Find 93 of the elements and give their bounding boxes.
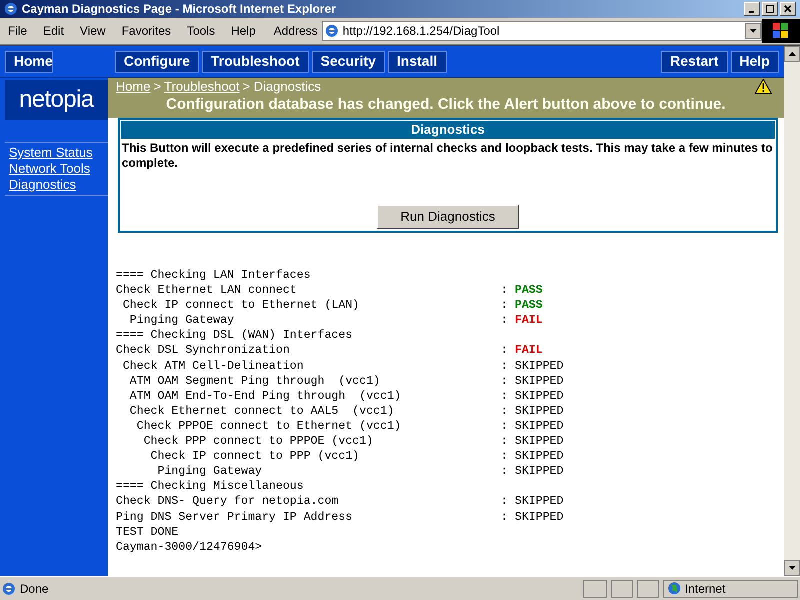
status-pane — [583, 580, 607, 598]
result-label: ATM OAM End-To-End Ping through (vcc1) — [128, 388, 402, 404]
result-label: TEST DONE — [116, 524, 180, 540]
result-separator: : — [501, 313, 509, 328]
maximize-button[interactable] — [762, 2, 778, 16]
zone-text: Internet — [685, 580, 726, 598]
minimize-button[interactable] — [744, 2, 760, 16]
result-label: Check DNS- Query for netopia.com — [116, 494, 340, 510]
result-status: SKIPPED — [515, 510, 564, 525]
browser-icon — [4, 2, 18, 16]
result-label: Pinging Gateway — [156, 464, 264, 480]
result-separator: : — [501, 343, 509, 359]
status-pane — [637, 580, 659, 598]
result-label: Check PPPOE connect to Ethernet (vcc1) — [136, 418, 402, 434]
result-separator: : — [501, 404, 509, 419]
result-status: SKIPPED — [515, 449, 564, 464]
result-status: SKIPPED — [515, 358, 564, 374]
menu-item[interactable]: Tools — [179, 22, 224, 40]
windows-logo-icon — [773, 23, 790, 39]
sidebar-link[interactable]: Network Tools — [5, 161, 108, 177]
warning-icon[interactable] — [755, 79, 772, 94]
result-status: SKIPPED — [515, 434, 564, 450]
scroll-down-icon — [788, 566, 796, 570]
result-separator: : — [501, 418, 509, 434]
nav-tab[interactable]: Install — [388, 50, 446, 72]
address-label: Address — [274, 23, 318, 40]
result-status: PASS — [515, 283, 543, 298]
result-separator: : — [501, 358, 509, 374]
result-separator: : — [501, 434, 509, 450]
result-label: Check PPP connect to PPPOE (vcc1) — [142, 434, 374, 450]
result-label: Check IP connect to PPP (vcc1) — [150, 449, 361, 464]
result-separator: : — [501, 374, 509, 389]
result-status: SKIPPED — [515, 374, 564, 389]
result-status: FAIL — [515, 343, 543, 359]
result-label: ATM OAM Segment Ping through (vcc1) — [128, 374, 382, 389]
panel-description: This Button will execute a predefined series of internal checks and loopback tests. This may take a few minutes to complete. — [121, 140, 774, 171]
result-label: ==== Checking LAN Interfaces — [116, 268, 312, 284]
result-label: Check Ethernet connect to AAL5 (vcc1) — [128, 404, 396, 419]
result-label: Ping DNS Server Primary IP Address — [116, 510, 354, 525]
sidebar-link[interactable]: System Status — [5, 145, 108, 161]
result-separator: : — [501, 449, 509, 464]
menu-item[interactable]: Edit — [35, 22, 72, 40]
sidebar-link[interactable]: Diagnostics — [5, 177, 108, 193]
breadcrumb-text: > Diagnostics — [242, 78, 322, 96]
result-status: SKIPPED — [515, 494, 564, 510]
result-label: ==== Checking DSL (WAN) Interfaces — [116, 328, 354, 344]
scrollbar[interactable] — [784, 46, 800, 576]
result-status: SKIPPED — [515, 464, 564, 480]
netopia-logo: netopia — [19, 85, 94, 115]
result-separator: : — [501, 298, 509, 314]
nav-tab[interactable]: Help — [730, 50, 779, 72]
result-label: Cayman-3000/12476904> — [116, 540, 264, 555]
scroll-up-icon — [788, 52, 796, 56]
dropdown-arrow-icon — [750, 29, 757, 33]
result-label: Check Ethernet LAN connect — [116, 283, 298, 298]
globe-icon — [668, 582, 681, 595]
run-diagnostics-button[interactable]: Run Diagnostics — [377, 205, 519, 229]
result-label: Pinging Gateway — [128, 313, 236, 328]
breadcrumb-text: > — [154, 78, 162, 96]
page-icon — [324, 24, 339, 38]
close-button[interactable] — [780, 2, 796, 16]
nav-tab[interactable]: Restart — [661, 50, 728, 72]
menu-item[interactable]: File — [0, 22, 36, 40]
menu-item[interactable]: Help — [223, 22, 264, 40]
window-title: Cayman Diagnostics Page - Microsoft Internet Explorer — [22, 1, 336, 18]
result-label: ==== Checking Miscellaneous — [116, 479, 305, 494]
nav-tab[interactable]: Configure — [115, 50, 200, 72]
result-separator: : — [501, 510, 509, 525]
result-label: Check DSL Synchronization — [116, 343, 291, 359]
restore-icon — [766, 5, 774, 13]
panel-title: Diagnostics — [121, 121, 775, 139]
nav-tab[interactable]: Security — [312, 50, 386, 72]
menu-item[interactable]: View — [72, 22, 114, 40]
menu-item[interactable]: Favorites — [114, 22, 180, 40]
close-icon — [784, 5, 792, 13]
alert-message: Configuration database has changed. Click the Alert button above to continue. — [165, 96, 727, 114]
address-field[interactable]: http://192.168.1.254/DiagTool — [322, 21, 762, 41]
page-icon — [2, 582, 16, 596]
status-pane — [611, 580, 633, 598]
result-separator: : — [501, 388, 509, 404]
nav-tab[interactable]: Troubleshoot — [202, 50, 309, 72]
result-label: Check ATM Cell-Delineation — [122, 358, 305, 374]
result-status: PASS — [515, 298, 543, 314]
status-text: Done — [20, 580, 50, 598]
result-label: Check IP connect to Ethernet (LAN) — [122, 298, 361, 314]
result-separator: : — [501, 283, 509, 298]
nav-tab[interactable]: Home — [5, 50, 53, 72]
result-status: FAIL — [515, 313, 543, 328]
result-status: SKIPPED — [515, 404, 564, 419]
result-separator: : — [501, 464, 509, 480]
result-separator: : — [501, 494, 509, 510]
result-status: SKIPPED — [515, 388, 564, 404]
result-status: SKIPPED — [515, 418, 564, 434]
